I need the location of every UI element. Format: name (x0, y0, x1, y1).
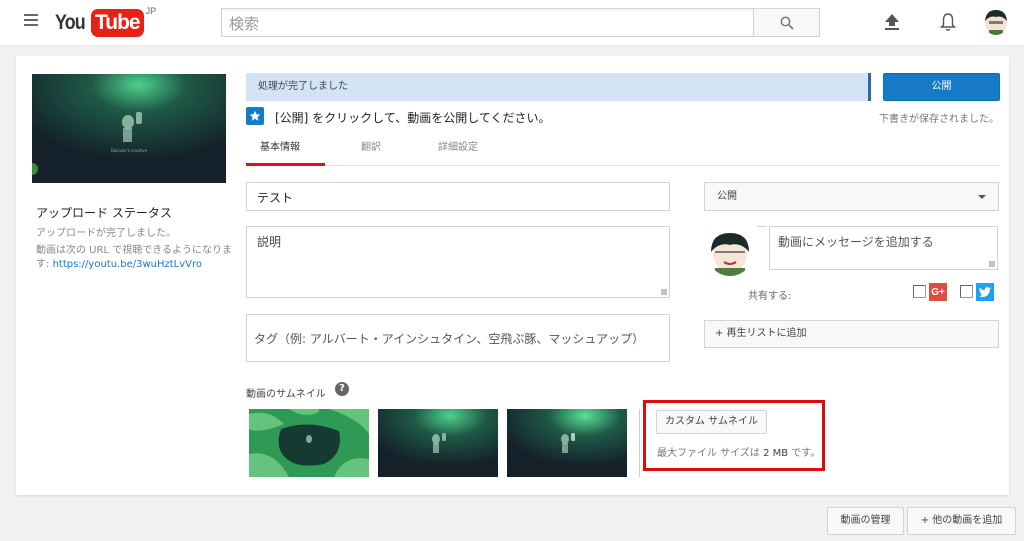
tags-input[interactable]: タグ（例: アルバート・アインシュタイン、空飛ぶ豚、マッシュアップ） (246, 314, 670, 362)
logo-region: JP (145, 6, 157, 16)
share-label: 共有する: (748, 291, 792, 302)
share-twitter-checkbox[interactable] (960, 285, 973, 298)
privacy-selected-value: 公開 (717, 191, 737, 202)
add-to-playlist-button[interactable]: + 再生リストに追加 (704, 320, 999, 348)
thumbnail-option-3[interactable] (507, 409, 627, 477)
help-icon[interactable]: ? (335, 382, 349, 396)
search-button[interactable] (753, 8, 820, 37)
max-file-size-note: 最大ファイル サイズは 2 MB です。 (657, 444, 820, 459)
star-icon (246, 107, 264, 125)
logo-tube: Tube (91, 9, 144, 37)
resize-handle[interactable] (661, 289, 667, 295)
upload-status-title: アップロード ステータス (36, 206, 172, 220)
svg-text:Daisuke's creative: Daisuke's creative (111, 148, 148, 153)
add-more-videos-button[interactable]: + 他の動画を追加 (907, 507, 1016, 535)
publish-button[interactable]: 公開 (883, 73, 1000, 101)
search-input[interactable]: 検索 (221, 8, 754, 37)
tab-bar: 基本情報 翻訳 詳細設定 (246, 136, 1000, 166)
menu-icon[interactable] (24, 14, 40, 30)
thumbnails-label: 動画のサムネイル (246, 389, 326, 400)
privacy-dropdown[interactable]: 公開 (704, 182, 999, 211)
googleplus-icon[interactable]: G+ (929, 283, 947, 301)
video-url-info: 動画は次の URL で視聴できるようになります: https://youtu.b… (36, 244, 236, 272)
share-message-input[interactable]: 動画にメッセージを追加する (769, 226, 998, 270)
max-size-prefix: 最大ファイル サイズは (657, 448, 764, 459)
tab-basic-info[interactable]: 基本情報 (246, 136, 325, 166)
search-icon (780, 16, 794, 30)
max-size-value: 2 MB (763, 448, 789, 459)
publish-hint: [公開] をクリックして、動画を公開してください。 (275, 111, 551, 125)
channel-avatar (707, 230, 753, 276)
youtube-logo[interactable]: You Tube JP (55, 6, 157, 38)
thumbnail-option-1[interactable] (249, 409, 369, 477)
thumbnail-option-2[interactable] (378, 409, 498, 477)
logo-you: You (55, 11, 86, 34)
share-googleplus-checkbox[interactable] (913, 285, 926, 298)
tab-translation[interactable]: 翻訳 (361, 136, 381, 166)
thumbnail-divider (639, 409, 640, 477)
video-url-link[interactable]: https://youtu.be/3wuHztLvVro (53, 259, 202, 270)
resize-handle[interactable] (989, 261, 995, 267)
share-message-placeholder: 動画にメッセージを追加する (778, 235, 934, 249)
tab-advanced-settings[interactable]: 詳細設定 (438, 136, 478, 166)
upload-icon[interactable] (880, 10, 904, 34)
twitter-icon[interactable] (976, 283, 994, 301)
manage-videos-button[interactable]: 動画の管理 (827, 507, 904, 535)
avatar[interactable] (984, 9, 1008, 35)
title-input[interactable]: テスト (246, 182, 670, 211)
max-size-suffix: です。 (788, 448, 821, 459)
custom-thumbnail-button[interactable]: カスタム サムネイル (656, 410, 767, 434)
upload-status-message: アップロードが完了しました。 (36, 228, 176, 239)
description-input[interactable]: 説明 (246, 226, 670, 298)
video-preview-thumbnail: Daisuke's creative (32, 74, 226, 183)
description-placeholder: 説明 (257, 235, 282, 249)
draft-saved-status: 下書きが保存されました。 (879, 114, 999, 125)
chevron-down-icon (978, 195, 986, 199)
masthead: You Tube JP 検索 (0, 0, 1024, 46)
bell-icon[interactable] (936, 10, 960, 34)
upload-card: Daisuke's creative アップロード ステータス アップロードが完… (16, 56, 1009, 495)
processing-status-bar: 処理が完了しました (246, 73, 871, 101)
